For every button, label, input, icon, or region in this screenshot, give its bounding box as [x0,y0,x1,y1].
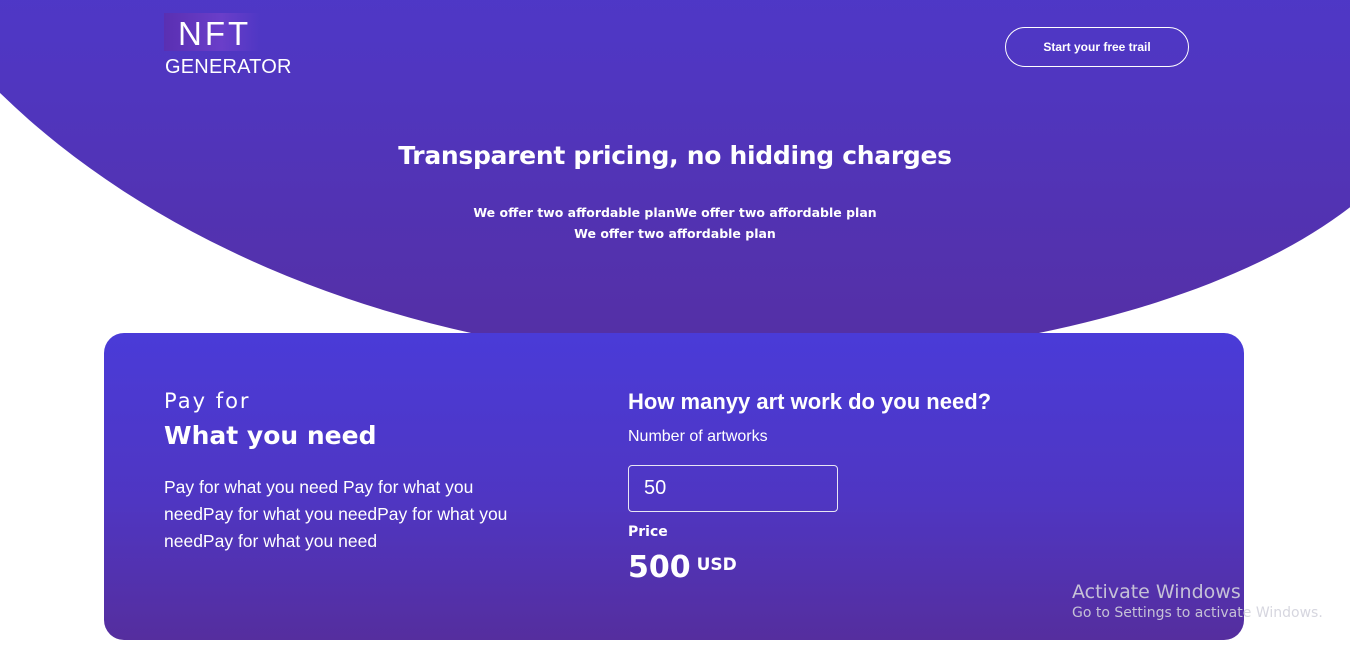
hero-subtitle-line-2: We offer two affordable plan [574,226,776,241]
logo-text-nft: NFT [178,15,252,52]
price-label: Price [628,524,668,540]
hero-subtitle-line-1: We offer two affordable planWe offer two… [473,205,877,220]
logo-text-generator: GENERATOR [165,56,292,78]
artworks-field-label: Number of artworks [628,428,768,445]
pay-for-title: What you need [164,421,377,450]
artwork-count-question: How manyy art work do you need? [628,389,992,414]
price-display: 500 USD [628,550,737,586]
page-headline: Transparent pricing, no hidding charges [398,141,952,170]
hero-subtitle: We offer two affordable planWe offer two… [0,202,1350,244]
pay-for-eyebrow: Pay for [164,389,251,413]
nft-generator-logo[interactable]: NFT GENERATOR [164,13,291,78]
price-amount: 500 [628,550,691,585]
start-free-trial-button[interactable]: Start your free trail [1005,27,1189,67]
activate-windows-title: Activate Windows [1072,581,1241,603]
pay-for-description: Pay for what you need Pay for what you n… [164,477,508,551]
activate-windows-watermark: Activate Windows Go to Settings to activ… [1072,580,1323,622]
artworks-count-input[interactable] [628,465,838,512]
activate-windows-subtitle: Go to Settings to activate Windows. [1072,605,1323,621]
pricing-page: NFT GENERATOR Start your free trail Tran… [0,0,1350,656]
price-currency: USD [696,555,737,575]
